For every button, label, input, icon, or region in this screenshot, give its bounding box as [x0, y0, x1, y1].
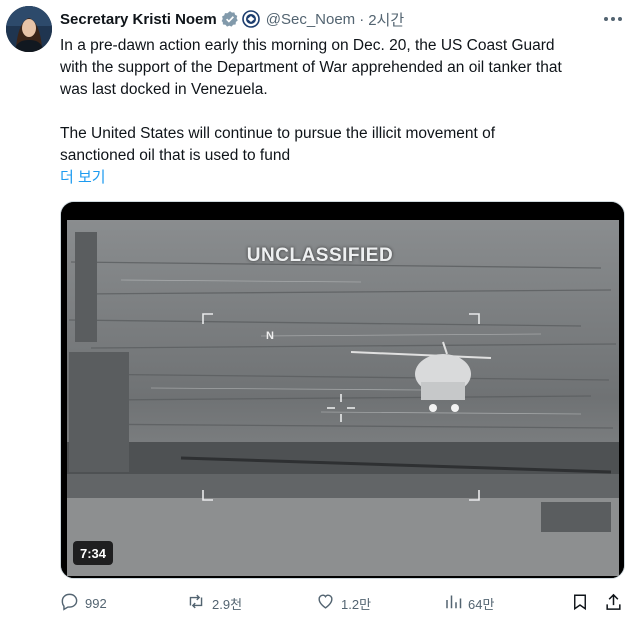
post-text-line: with the support of the Department of Wa…	[60, 59, 562, 76]
repost-button[interactable]: 2.9천	[186, 590, 242, 616]
bookmark-icon	[571, 592, 595, 615]
like-icon	[316, 592, 341, 614]
repost-icon	[186, 592, 212, 614]
like-count: 1.2만	[341, 596, 372, 612]
post-time[interactable]: 2시간	[368, 9, 404, 30]
post-text-line: was last docked in Venezuela.	[60, 81, 268, 98]
share-button[interactable]	[604, 590, 629, 616]
compass-label: N	[266, 330, 274, 342]
show-more-link[interactable]: 더 보기	[60, 166, 106, 187]
views-button[interactable]: 64만	[444, 590, 494, 616]
post-text-line: sanctioned oil that is used to fund	[60, 147, 291, 164]
post-text-line: In a pre-dawn action early this morning …	[60, 37, 555, 54]
post-text: In a pre-dawn action early this morning …	[60, 35, 630, 167]
reply-button[interactable]: 992	[60, 590, 107, 616]
post-header: Secretary Kristi Noem @Sec_Noem · 2시간	[60, 8, 404, 30]
author-name[interactable]: Secretary Kristi Noem	[60, 11, 217, 28]
repost-count: 2.9천	[212, 596, 243, 612]
separator: ·	[359, 10, 365, 28]
post-actions: 992 2.9천 1.2만 64만	[60, 590, 632, 616]
reply-count: 992	[85, 595, 107, 611]
reply-icon	[60, 592, 85, 614]
video-duration-badge: 7:34	[73, 541, 114, 565]
share-icon	[604, 592, 629, 615]
more-icon[interactable]	[600, 10, 626, 28]
author-avatar[interactable]	[6, 6, 52, 52]
post-text-line: The United States will continue to pursu…	[60, 125, 496, 142]
agency-seal-icon[interactable]	[241, 10, 260, 28]
like-button[interactable]: 1.2만	[316, 590, 371, 616]
views-icon	[444, 592, 468, 614]
author-handle[interactable]: @Sec_Noem	[266, 11, 355, 28]
bookmark-button[interactable]	[571, 590, 595, 616]
overlay-classification-label: UNCLASSIFIED	[246, 245, 394, 266]
verified-badge-icon[interactable]	[221, 10, 239, 28]
views-count: 64만	[468, 596, 495, 612]
